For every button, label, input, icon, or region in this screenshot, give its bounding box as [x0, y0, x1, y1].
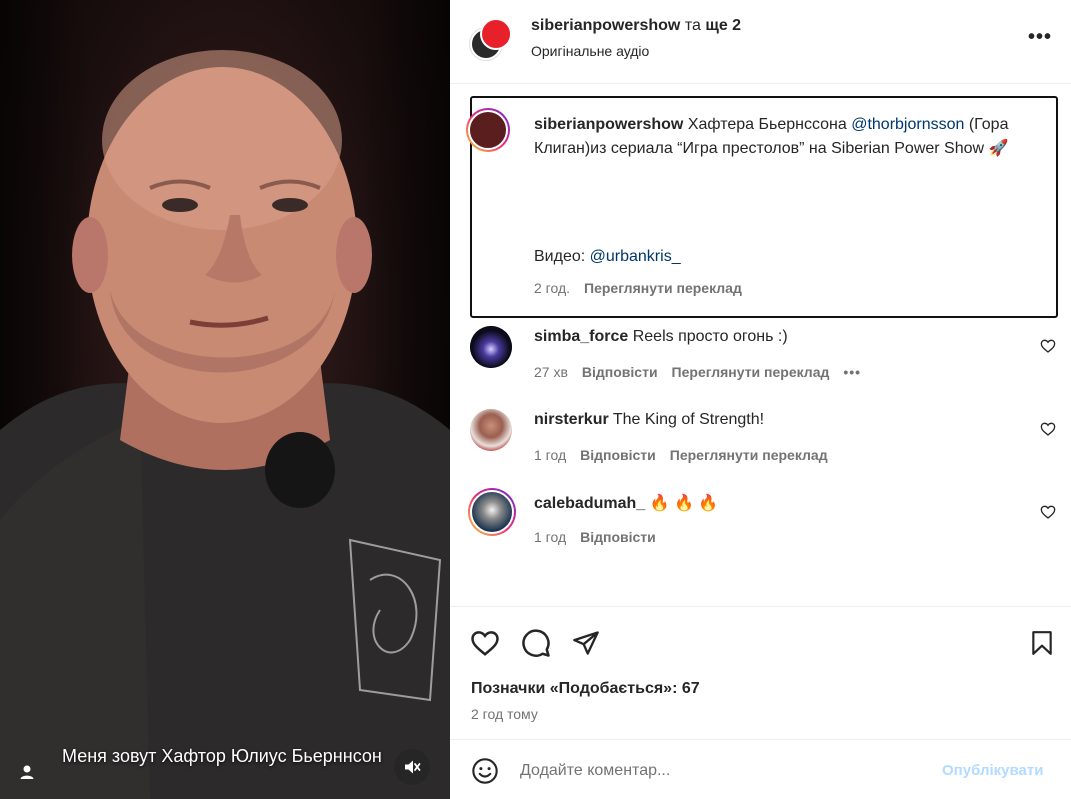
comment-button[interactable] [520, 627, 552, 659]
speaker-muted-icon [405, 760, 421, 774]
authors-and: та [680, 17, 706, 34]
mute-button[interactable] [394, 749, 430, 785]
like-comment-icon[interactable] [1040, 338, 1056, 354]
tagged-users-button[interactable] [10, 756, 44, 788]
caption-translate-button[interactable]: Переглянути переклад [584, 280, 742, 296]
collab-avatar[interactable] [480, 18, 512, 50]
translate-button[interactable]: Переглянути переклад [672, 364, 830, 380]
comment-time[interactable]: 27 хв [534, 364, 568, 380]
translate-button[interactable]: Переглянути переклад [670, 447, 828, 463]
send-icon [573, 631, 599, 655]
video-player[interactable]: Меня зовут Хафтор Юлиус Бьерннсон [0, 0, 450, 799]
likes-count[interactable]: Позначки «Подобається»: 67 [471, 680, 700, 698]
comment-avatar[interactable] [468, 488, 516, 536]
post-caption: siberianpowershow Хафтера Бьернссона @th… [466, 96, 1058, 318]
comment-item: nirsterkur The King of Strength! 1 год Ві… [470, 409, 1060, 469]
comment-meta: 27 хв Відповісти Переглянути переклад ••• [534, 364, 875, 380]
caption-meta: 2 год. Переглянути переклад [534, 280, 756, 296]
comment-avatar[interactable] [470, 326, 512, 368]
caption-video-credit: Видео: @urbankris_ [534, 248, 681, 265]
comment-text: calebadumah_ 🔥 🔥 🔥 [534, 495, 719, 512]
comment-icon [522, 629, 550, 657]
author-username[interactable]: siberianpowershow [531, 17, 680, 34]
video-subtitle: Меня зовут Хафтор Юлиус Бьерннсон [62, 746, 382, 766]
collab-avatars[interactable] [470, 18, 512, 60]
comment-avatar[interactable] [470, 409, 512, 451]
comment-meta: 1 год Відповісти [534, 529, 670, 545]
comment-username[interactable]: nirsterkur [534, 411, 609, 428]
comment-composer: Опублікувати [450, 739, 1071, 799]
comment-time[interactable]: 1 год [534, 529, 566, 545]
post-time[interactable]: 2 год тому [471, 706, 538, 722]
audio-link[interactable]: Оригінальне аудіо [531, 43, 649, 59]
post-comment-button[interactable]: Опублікувати [942, 762, 1043, 779]
emoji-button[interactable] [470, 756, 500, 786]
emoji-icon [472, 758, 498, 784]
like-comment-icon[interactable] [1040, 504, 1056, 520]
share-button[interactable] [570, 627, 602, 659]
reply-button[interactable]: Відповісти [582, 364, 658, 380]
caption-mention[interactable]: @thorbjornsson [851, 116, 964, 133]
caption-avatar[interactable] [466, 108, 510, 152]
caption-text: siberianpowershow Хафтера Бьернссона @th… [534, 116, 1009, 157]
comment-input[interactable] [520, 758, 920, 784]
like-button[interactable] [469, 627, 501, 659]
video-frame-figure [0, 50, 450, 799]
bookmark-icon [1032, 631, 1052, 655]
reply-button[interactable]: Відповісти [580, 529, 656, 545]
post-authors: siberianpowershow та ще 2 [531, 17, 741, 35]
caption-time[interactable]: 2 год. [534, 280, 570, 296]
comment-time[interactable]: 1 год [534, 447, 566, 463]
reply-button[interactable]: Відповісти [580, 447, 656, 463]
more-options-icon[interactable]: ••• [1026, 26, 1054, 50]
comment-meta: 1 год Відповісти Переглянути переклад [534, 447, 842, 463]
comment-item: calebadumah_ 🔥 🔥 🔥 1 год Відповісти [468, 488, 1060, 551]
caption-username[interactable]: siberianpowershow [534, 116, 683, 133]
comment-username[interactable]: simba_force [534, 328, 628, 345]
video-credit-mention[interactable]: @urbankris_ [590, 248, 681, 265]
post-actions: Позначки «Подобається»: 67 2 год тому [450, 606, 1071, 738]
comment-text: nirsterkur The King of Strength! [534, 411, 765, 428]
heart-icon [471, 631, 499, 656]
comment-item: simba_force Reels просто огонь :) 27 хв В… [470, 326, 1060, 386]
comment-username[interactable]: calebadumah_ [534, 495, 645, 512]
comment-text: simba_force Reels просто огонь :) [534, 328, 788, 345]
comment-more-icon[interactable]: ••• [843, 364, 861, 380]
person-icon [20, 765, 34, 779]
like-comment-icon[interactable] [1040, 421, 1056, 437]
post-panel: siberianpowershow та ще 2 Оригінальне ау… [450, 0, 1071, 799]
save-button[interactable] [1026, 627, 1058, 659]
more-authors-link[interactable]: ще 2 [705, 17, 741, 34]
post-header: siberianpowershow та ще 2 Оригінальне ау… [450, 0, 1071, 84]
